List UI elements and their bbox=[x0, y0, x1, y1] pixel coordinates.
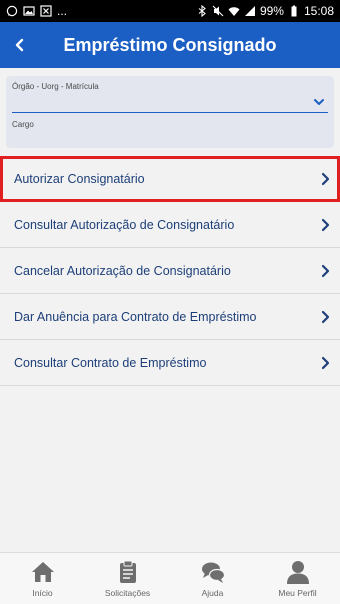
back-button[interactable] bbox=[4, 30, 34, 60]
whatsapp-icon bbox=[6, 5, 18, 17]
menu-item-autorizar[interactable]: Autorizar Consignatário bbox=[0, 156, 340, 202]
menu-item-consultar-autorizacao[interactable]: Consultar Autorização de Consignatário bbox=[0, 202, 340, 248]
menu-list: Autorizar Consignatário Consultar Autori… bbox=[0, 156, 340, 386]
nav-label: Ajuda bbox=[201, 588, 224, 598]
battery-percent: 99% bbox=[259, 4, 284, 18]
employment-form: Órgão - Uorg - Matrícula Cargo bbox=[6, 76, 334, 148]
battery-icon bbox=[288, 5, 300, 17]
status-dots: ... bbox=[57, 4, 68, 18]
status-bar: ... 99% 15:08 bbox=[0, 0, 340, 22]
chat-icon bbox=[201, 562, 225, 583]
clock: 15:08 bbox=[303, 4, 334, 18]
app-bar: Empréstimo Consignado bbox=[0, 22, 340, 68]
close-box-icon bbox=[40, 5, 52, 17]
chevron-right-icon bbox=[321, 172, 330, 186]
nav-ajuda[interactable]: Ajuda bbox=[170, 553, 255, 604]
bottom-nav: Início Solicitações Ajuda Meu Perfil bbox=[0, 552, 340, 604]
signal-icon bbox=[244, 5, 256, 17]
menu-item-cancelar-autorizacao[interactable]: Cancelar Autorização de Consignatário bbox=[0, 248, 340, 294]
nav-label: Solicitações bbox=[104, 588, 151, 598]
nav-meu-perfil[interactable]: Meu Perfil bbox=[255, 553, 340, 604]
menu-item-label: Dar Anuência para Contrato de Empréstimo bbox=[14, 309, 257, 324]
chevron-right-icon bbox=[321, 310, 330, 324]
bluetooth-icon bbox=[196, 5, 208, 17]
chevron-right-icon bbox=[321, 264, 330, 278]
chevron-down-icon[interactable] bbox=[312, 96, 326, 108]
orgao-select[interactable] bbox=[12, 96, 272, 108]
user-icon bbox=[286, 561, 309, 584]
chevron-left-icon bbox=[15, 38, 24, 52]
nav-solicitacoes[interactable]: Solicitações bbox=[85, 553, 170, 604]
menu-item-dar-anuencia[interactable]: Dar Anuência para Contrato de Empréstimo bbox=[0, 294, 340, 340]
menu-item-consultar-contrato[interactable]: Consultar Contrato de Empréstimo bbox=[0, 340, 340, 386]
chevron-right-icon bbox=[321, 218, 330, 232]
orgao-label: Órgão - Uorg - Matrícula bbox=[12, 82, 99, 91]
image-icon bbox=[23, 5, 35, 17]
orgao-underline bbox=[12, 112, 328, 113]
chevron-right-icon bbox=[321, 356, 330, 370]
menu-item-label: Consultar Contrato de Empréstimo bbox=[14, 355, 207, 370]
cargo-label: Cargo bbox=[12, 120, 34, 129]
nav-inicio[interactable]: Início bbox=[0, 553, 85, 604]
menu-item-label: Autorizar Consignatário bbox=[14, 171, 145, 186]
mute-icon bbox=[212, 5, 224, 17]
page-title: Empréstimo Consignado bbox=[63, 34, 277, 55]
nav-label: Início bbox=[32, 588, 53, 598]
nav-label: Meu Perfil bbox=[278, 588, 317, 598]
wifi-icon bbox=[228, 5, 240, 17]
clipboard-icon bbox=[119, 560, 136, 583]
home-icon bbox=[31, 562, 54, 582]
menu-item-label: Consultar Autorização de Consignatário bbox=[14, 217, 235, 232]
menu-item-label: Cancelar Autorização de Consignatário bbox=[14, 263, 231, 278]
